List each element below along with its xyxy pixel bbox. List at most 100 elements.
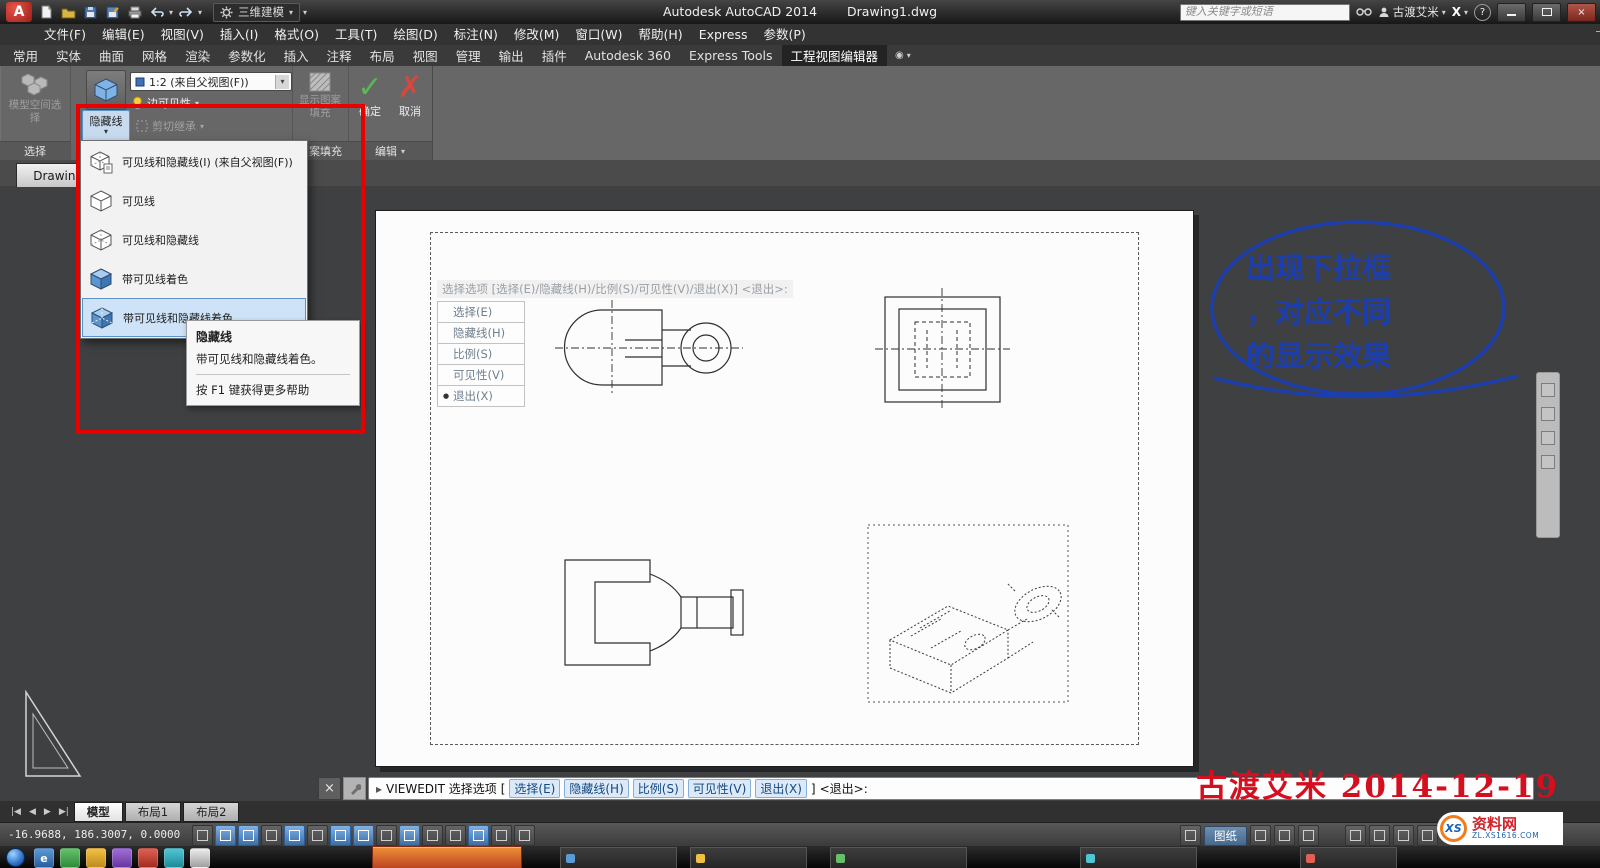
nav-icon[interactable] (1541, 455, 1555, 469)
menu-insert[interactable]: 插入(I) (212, 24, 266, 45)
ribbon-tab-autodesk360[interactable]: Autodesk 360 (576, 45, 680, 66)
exchange-apps[interactable]: X ▾ (1452, 5, 1468, 19)
cmd-option-select[interactable]: 选择(E) (509, 779, 560, 798)
hidden-lines-button[interactable]: 隐藏线 ▾ (82, 110, 130, 142)
redo-icon[interactable] (176, 3, 195, 21)
help-icon[interactable]: ? (1474, 4, 1491, 21)
osnap3d-toggle[interactable] (330, 825, 351, 846)
menu-modify[interactable]: 修改(M) (506, 24, 568, 45)
undo-icon[interactable] (147, 3, 166, 21)
doc-window-controls[interactable]: ─ ▫ × (1596, 27, 1600, 38)
ribbon-tab-layout[interactable]: 布局 (361, 45, 404, 66)
ribbon-tab-drawing-view-editor[interactable]: 工程视图编辑器 (782, 45, 888, 66)
cmd-option-hidden[interactable]: 隐藏线(H) (564, 779, 628, 798)
nav-icon[interactable] (1541, 383, 1555, 397)
show-hatch-button[interactable]: 显示图案填充 (295, 72, 345, 120)
signin-user[interactable]: 古渡艾米 ▾ (1378, 4, 1446, 20)
menu-dimension[interactable]: 标注(N) (446, 24, 506, 45)
ribbon-tab-surface[interactable]: 曲面 (90, 45, 133, 66)
annotation-scale-icon[interactable] (1298, 825, 1319, 846)
ribbon-tab-parametric[interactable]: 参数化 (219, 45, 275, 66)
osnap-toggle[interactable] (307, 825, 328, 846)
taskbar-app-icon[interactable] (112, 848, 132, 868)
menu-window[interactable]: 窗口(W) (567, 24, 630, 45)
selectioncycling-toggle[interactable] (491, 825, 512, 846)
next-tab-icon[interactable]: ▶ (41, 807, 54, 817)
menu-file[interactable]: 文件(F) (36, 24, 94, 45)
top-view[interactable] (565, 560, 743, 665)
ribbon-tab-render[interactable]: 渲染 (176, 45, 219, 66)
isometric-view[interactable] (868, 525, 1068, 702)
otrack-toggle[interactable] (353, 825, 374, 846)
close-button[interactable]: × (1567, 3, 1596, 22)
open-file-icon[interactable] (59, 3, 78, 21)
dropdown-item-shaded-visible[interactable]: 带可见线着色 (82, 259, 306, 298)
select-panel-label[interactable]: 选择 (0, 141, 70, 160)
polar-toggle[interactable] (284, 825, 305, 846)
transparency-toggle[interactable] (445, 825, 466, 846)
cmd-option-visibility[interactable]: 可见性(V) (688, 779, 752, 798)
viewport-icon[interactable] (1180, 825, 1201, 846)
ribbon-tab-home[interactable]: 常用 (4, 45, 47, 66)
tab-model[interactable]: 模型 (74, 802, 123, 822)
taskbar-window-button[interactable] (1300, 847, 1397, 868)
cancel-button[interactable]: ✗ 取消 (392, 73, 428, 119)
start-button[interactable] (6, 848, 25, 867)
quickprop-toggle[interactable] (468, 825, 489, 846)
undo-dropdown-icon[interactable]: ▾ (169, 8, 173, 17)
taskbar-app-icon[interactable] (138, 848, 158, 868)
restore-button[interactable] (1532, 3, 1561, 22)
command-close-icon[interactable]: × (318, 777, 341, 800)
edit-panel-label[interactable]: 编辑 ▾ (348, 141, 432, 160)
taskbar-active-app[interactable] (372, 846, 522, 868)
taskbar-window-button[interactable] (1080, 847, 1197, 868)
front-view[interactable] (555, 300, 743, 395)
ortho-toggle[interactable] (261, 825, 282, 846)
nav-icon[interactable] (1541, 407, 1555, 421)
dyn-toggle[interactable] (399, 825, 420, 846)
save-as-icon[interactable] (103, 3, 122, 21)
taskbar-window-button[interactable] (560, 847, 677, 868)
infer-constraints-toggle[interactable] (192, 825, 213, 846)
search-icon[interactable] (1356, 5, 1372, 20)
ribbon-tab-output[interactable]: 输出 (490, 45, 533, 66)
clip-inherit-button[interactable]: 剪切继承 ▾ (136, 118, 204, 134)
menu-edit[interactable]: 编辑(E) (94, 24, 153, 45)
workspace-switch-icon[interactable] (1345, 825, 1366, 846)
snap-toggle[interactable] (215, 825, 236, 846)
menu-draw[interactable]: 绘图(D) (385, 24, 445, 45)
dropdown-item-visible-lines[interactable]: 可见线 (82, 181, 306, 220)
menu-help[interactable]: 帮助(H) (631, 24, 691, 45)
lwt-toggle[interactable] (422, 825, 443, 846)
redo-dropdown-icon[interactable]: ▾ (198, 8, 202, 17)
quickview-drawings-icon[interactable] (1274, 825, 1295, 846)
option-hidden-lines[interactable]: 隐藏线(H) (437, 322, 525, 344)
new-file-icon[interactable] (37, 3, 56, 21)
tab-layout1[interactable]: 布局1 (125, 802, 181, 822)
taskbar-window-button[interactable] (830, 847, 967, 868)
first-tab-icon[interactable]: |◀ (8, 807, 24, 817)
menu-tools[interactable]: 工具(T) (327, 24, 385, 45)
lock-icon[interactable] (1369, 825, 1390, 846)
ok-button[interactable]: ✓ 确定 (352, 73, 388, 119)
taskbar-folder-icon[interactable] (86, 848, 106, 868)
edge-visibility-button[interactable]: 边可见性 ▾ (132, 95, 199, 111)
menu-view[interactable]: 视图(V) (153, 24, 212, 45)
option-exit[interactable]: ●退出(X) (437, 385, 525, 407)
side-view[interactable] (875, 288, 1010, 410)
ribbon-tab-mesh[interactable]: 网格 (133, 45, 176, 66)
option-scale[interactable]: 比例(S) (437, 343, 525, 365)
dropdown-item-visible-hidden-lines[interactable]: 可见线和隐藏线 (82, 220, 306, 259)
cmd-option-scale[interactable]: 比例(S) (633, 779, 684, 798)
view-scale-combo[interactable]: 1:2 (来自父视图(F)) ▾ (130, 72, 292, 91)
prev-tab-icon[interactable]: ◀ (26, 807, 39, 817)
workspace-switcher[interactable]: 三维建模 ▾ (213, 3, 300, 22)
ribbon-tab-express[interactable]: Express Tools (680, 45, 782, 66)
ribbon-tab-view[interactable]: 视图 (404, 45, 447, 66)
grid-toggle[interactable] (238, 825, 259, 846)
ribbon-tab-manage[interactable]: 管理 (447, 45, 490, 66)
dropdown-item-from-parent[interactable]: 可见线和隐藏线(I) (来自父视图(F)) (82, 142, 306, 181)
model-space-select-button[interactable]: 模型空间选择 (4, 71, 66, 125)
ducs-toggle[interactable] (376, 825, 397, 846)
display-style-button[interactable] (86, 70, 126, 110)
